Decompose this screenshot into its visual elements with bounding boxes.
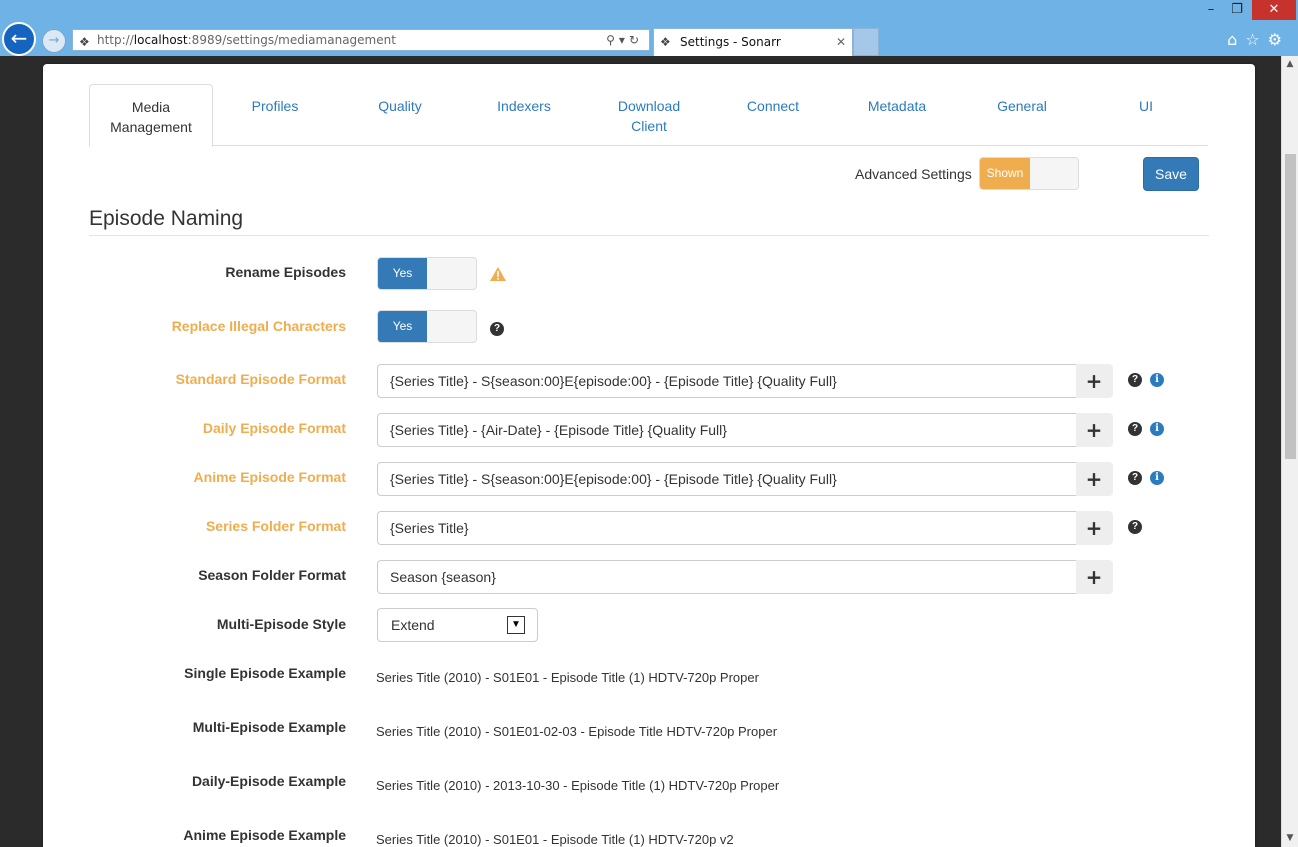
tab-label: Metadata bbox=[867, 98, 927, 114]
warning-icon bbox=[490, 267, 506, 281]
rename-episodes-label: Rename Episodes bbox=[225, 264, 346, 280]
help-icon[interactable]: ? bbox=[1128, 520, 1142, 534]
standard-format-add-button[interactable]: + bbox=[1076, 364, 1113, 398]
daily-format-input[interactable]: {Series Title} - {Air-Date} - {Episode T… bbox=[377, 413, 1077, 447]
single-example-value: Series Title (2010) - S01E01 - Episode T… bbox=[376, 670, 759, 685]
restore-icon[interactable]: ❐ bbox=[1222, 0, 1252, 20]
standard-format-label: Standard Episode Format bbox=[175, 371, 346, 387]
daily-example-label: Daily-Episode Example bbox=[191, 773, 346, 789]
tab-connect[interactable]: Connect bbox=[711, 84, 835, 146]
info-icon[interactable]: i bbox=[1150, 471, 1164, 485]
tab-close-icon[interactable]: ✕ bbox=[836, 29, 846, 55]
tab-media-management[interactable]: Media Management bbox=[89, 84, 213, 147]
info-icon[interactable]: i bbox=[1150, 422, 1164, 436]
rename-toggle-state: Yes bbox=[378, 258, 427, 289]
anime-format-input[interactable]: {Series Title} - S{season:00}E{episode:0… bbox=[377, 462, 1077, 496]
browser-chrome: – ❐ ✕ ← → ❖ http://localhost:8989/settin… bbox=[0, 0, 1298, 56]
tab-metadata[interactable]: Metadata bbox=[835, 84, 959, 146]
tab-title: Settings - Sonarr bbox=[680, 35, 781, 49]
close-window-icon[interactable]: ✕ bbox=[1252, 0, 1296, 20]
tab-label: UI bbox=[1139, 98, 1153, 114]
tab-ui[interactable]: UI bbox=[1084, 84, 1208, 146]
advanced-settings-toggle[interactable]: Shown bbox=[979, 157, 1079, 190]
multi-episode-style-select[interactable]: Extend ▼ bbox=[377, 608, 538, 642]
select-value: Extend bbox=[391, 617, 435, 633]
browser-action-icons[interactable]: ⌂☆⚙ bbox=[1227, 30, 1290, 49]
scroll-down-icon[interactable]: ▼ bbox=[1282, 830, 1298, 847]
advanced-toggle-state: Shown bbox=[980, 158, 1030, 189]
help-icon[interactable]: ? bbox=[1128, 471, 1142, 485]
help-icon[interactable]: ? bbox=[1128, 422, 1142, 436]
help-icon[interactable]: ? bbox=[1128, 373, 1142, 387]
tab-label: Media Management bbox=[110, 99, 192, 135]
tab-download-client[interactable]: Download Client bbox=[587, 84, 711, 146]
search-refresh-icons[interactable]: ⚲▾↻ bbox=[606, 30, 643, 50]
replace-illegal-label: Replace Illegal Characters bbox=[171, 318, 346, 334]
section-divider bbox=[89, 235, 1209, 236]
replace-toggle-state: Yes bbox=[378, 311, 427, 342]
section-title: Episode Naming bbox=[89, 207, 244, 230]
anime-format-label: Anime Episode Format bbox=[193, 469, 346, 485]
chevron-down-icon[interactable]: ▼ bbox=[507, 616, 525, 634]
tab-label: Connect bbox=[746, 98, 800, 114]
title-bar: – ❐ ✕ bbox=[0, 0, 1298, 24]
tab-general[interactable]: General bbox=[960, 84, 1084, 146]
tab-label: Download Client bbox=[617, 98, 681, 134]
daily-format-add-button[interactable]: + bbox=[1076, 413, 1113, 447]
tab-favicon-icon: ❖ bbox=[660, 35, 671, 49]
info-icon[interactable]: i bbox=[1150, 373, 1164, 387]
anime-example-label: Anime Episode Example bbox=[183, 827, 346, 843]
address-bar[interactable]: ❖ http://localhost:8989/settings/mediama… bbox=[72, 29, 650, 51]
multi-example-value: Series Title (2010) - S01E01-02-03 - Epi… bbox=[376, 724, 778, 739]
season-folder-input[interactable]: Season {season} bbox=[377, 560, 1077, 594]
rename-episodes-toggle[interactable]: Yes bbox=[377, 257, 477, 290]
url-host: localhost bbox=[133, 33, 188, 47]
scroll-up-icon[interactable]: ▲ bbox=[1282, 56, 1298, 73]
series-folder-add-button[interactable]: + bbox=[1076, 511, 1113, 545]
anime-example-value: Series Title (2010) - S01E01 - Episode T… bbox=[376, 832, 734, 847]
standard-format-input[interactable]: {Series Title} - S{season:00}E{episode:0… bbox=[377, 364, 1077, 398]
tab-label: Quality bbox=[378, 98, 422, 114]
back-arrow-icon[interactable]: ← bbox=[2, 22, 36, 56]
tab-profiles[interactable]: Profiles bbox=[213, 84, 337, 146]
tab-label: Profiles bbox=[251, 98, 299, 114]
tab-label: Indexers bbox=[497, 98, 551, 114]
browser-tab[interactable]: ❖ Settings - Sonarr ✕ bbox=[653, 28, 853, 56]
replace-illegal-toggle[interactable]: Yes bbox=[377, 310, 477, 343]
save-button[interactable]: Save bbox=[1143, 157, 1199, 191]
settings-panel: Media Management Profiles Quality Indexe… bbox=[43, 64, 1255, 847]
forward-arrow-icon[interactable]: → bbox=[42, 29, 66, 53]
new-tab-button[interactable] bbox=[853, 28, 879, 56]
url-path: :8989/settings/mediamanagement bbox=[187, 33, 396, 47]
multi-example-label: Multi-Episode Example bbox=[192, 719, 346, 735]
sonarr-favicon-icon: ❖ bbox=[79, 35, 90, 49]
tab-indexers[interactable]: Indexers bbox=[462, 84, 586, 146]
daily-format-label: Daily Episode Format bbox=[202, 420, 346, 436]
page-scrollbar[interactable]: ▲ ▼ bbox=[1281, 56, 1298, 847]
multi-episode-style-label: Multi-Episode Style bbox=[216, 616, 346, 632]
tab-quality[interactable]: Quality bbox=[338, 84, 462, 146]
series-folder-label: Series Folder Format bbox=[205, 518, 346, 534]
anime-format-add-button[interactable]: + bbox=[1076, 462, 1113, 496]
advanced-settings-label: Advanced Settings bbox=[855, 166, 972, 182]
daily-example-value: Series Title (2010) - 2013-10-30 - Episo… bbox=[376, 778, 780, 793]
season-folder-label: Season Folder Format bbox=[198, 567, 346, 583]
help-icon[interactable]: ? bbox=[490, 322, 504, 336]
single-example-label: Single Episode Example bbox=[184, 665, 346, 681]
season-folder-add-button[interactable]: + bbox=[1076, 560, 1113, 594]
scroll-thumb[interactable] bbox=[1285, 154, 1296, 459]
settings-tabs: Media Management Profiles Quality Indexe… bbox=[89, 84, 1208, 147]
url-prefix: http:// bbox=[97, 33, 134, 47]
tab-label: General bbox=[997, 98, 1047, 114]
series-folder-input[interactable]: {Series Title} bbox=[377, 511, 1077, 545]
